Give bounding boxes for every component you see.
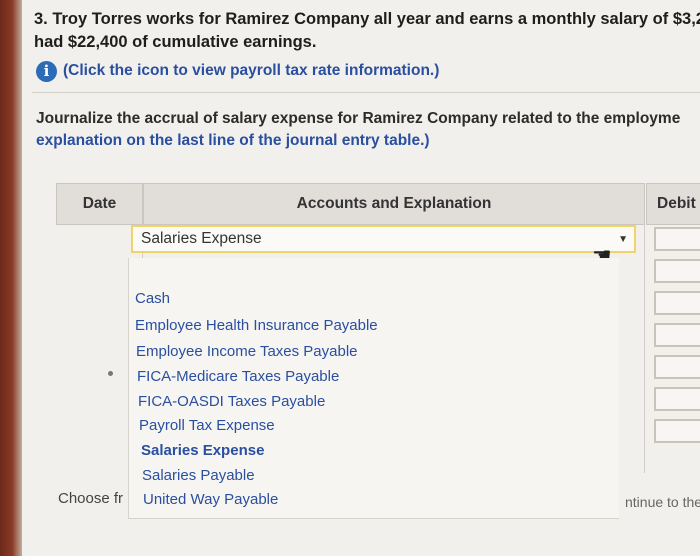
debit-input[interactable] bbox=[654, 227, 700, 251]
instructions: Journalize the accrual of salary expense… bbox=[36, 108, 680, 152]
question-line-1: 3. Troy Torres works for Ramirez Company… bbox=[34, 10, 700, 28]
debit-input[interactable] bbox=[654, 323, 700, 347]
debit-input[interactable] bbox=[654, 259, 700, 283]
dropdown-option[interactable]: Salaries Payable bbox=[142, 467, 255, 484]
header-debit: Debit bbox=[646, 183, 700, 225]
info-icon[interactable]: i bbox=[36, 60, 57, 82]
info-link[interactable]: i (Click the icon to view payroll tax ra… bbox=[36, 60, 439, 82]
account-dropdown-list[interactable]: Cash Employee Health Insurance Payable E… bbox=[128, 258, 619, 519]
dropdown-option[interactable]: FICA-Medicare Taxes Payable bbox=[137, 368, 339, 385]
instructions-line-1: Journalize the accrual of salary expense… bbox=[36, 110, 681, 127]
page: 3. Troy Torres works for Ramirez Company… bbox=[22, 0, 700, 556]
dropdown-option-highlighted[interactable]: Salaries Expense bbox=[141, 442, 264, 459]
dropdown-option[interactable]: United Way Payable bbox=[143, 491, 278, 508]
debit-input[interactable] bbox=[654, 419, 700, 443]
debit-input[interactable] bbox=[654, 355, 700, 379]
divider bbox=[32, 92, 700, 93]
question-text: 3. Troy Torres works for Ramirez Company… bbox=[34, 8, 700, 54]
dropdown-option[interactable]: Payroll Tax Expense bbox=[139, 417, 275, 434]
continue-text: ntinue to the r bbox=[625, 494, 700, 510]
debit-input[interactable] bbox=[654, 291, 700, 315]
dropdown-option[interactable]: Employee Income Taxes Payable bbox=[136, 343, 358, 360]
dropdown-option[interactable]: Employee Health Insurance Payable bbox=[135, 317, 378, 334]
background-edge bbox=[0, 0, 22, 556]
header-date: Date bbox=[56, 183, 143, 225]
question-line-2: had $22,400 of cumulative earnings. bbox=[34, 33, 317, 51]
instructions-line-2: explanation on the last line of the jour… bbox=[36, 132, 430, 149]
chevron-down-icon[interactable]: ▼ bbox=[618, 234, 628, 245]
row-bullet bbox=[108, 371, 113, 376]
column-divider bbox=[644, 223, 645, 473]
debit-input[interactable] bbox=[654, 387, 700, 411]
header-accounts: Accounts and Explanation bbox=[143, 183, 645, 225]
dropdown-option[interactable]: FICA-OASDI Taxes Payable bbox=[138, 393, 325, 410]
info-link-text[interactable]: (Click the icon to view payroll tax rate… bbox=[63, 62, 439, 80]
dropdown-option[interactable]: Cash bbox=[135, 290, 170, 307]
account-select[interactable]: Salaries Expense ▼ bbox=[131, 225, 636, 253]
account-select-value: Salaries Expense bbox=[141, 230, 262, 247]
choose-prompt-text: Choose fr bbox=[58, 490, 124, 507]
